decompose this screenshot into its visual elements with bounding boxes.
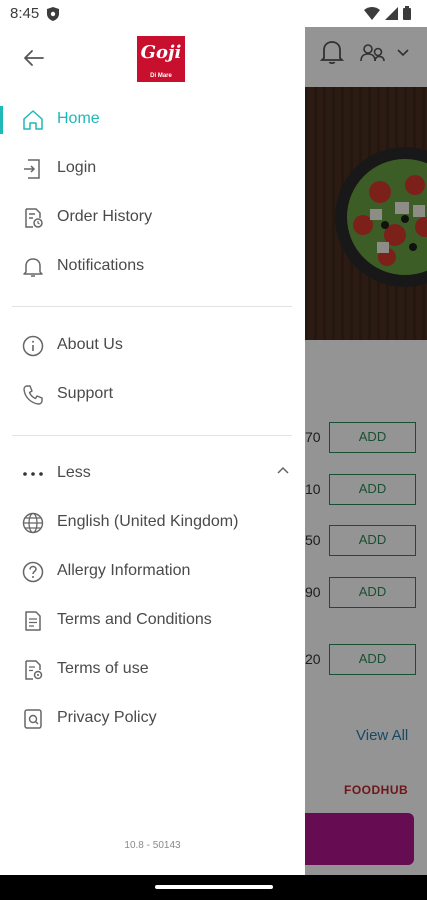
app-version: 10.8 - 50143 bbox=[124, 840, 181, 851]
more-dots-icon bbox=[23, 472, 43, 476]
menu-item-label: Home bbox=[57, 110, 100, 127]
menu-item-home[interactable]: Home bbox=[0, 98, 305, 142]
menu-item-order-history[interactable]: Order History bbox=[0, 196, 305, 240]
brand-logo-text: Goji bbox=[140, 42, 182, 63]
menu-item-label: Login bbox=[57, 159, 97, 176]
brand-logo: Goji Di Mare bbox=[137, 36, 185, 82]
brand-logo-subtext: Di Mare bbox=[150, 73, 172, 79]
status-bar: 8:45 bbox=[0, 0, 427, 27]
menu-item-label: Allergy Information bbox=[57, 562, 191, 579]
menu-item-notifications[interactable]: Notifications bbox=[0, 245, 305, 289]
bell-icon bbox=[23, 258, 43, 277]
info-icon bbox=[22, 335, 44, 357]
less-toggle[interactable]: Less bbox=[0, 452, 305, 496]
document-settings-icon bbox=[25, 660, 43, 680]
navigation-drawer: Goji Di Mare Home Login Order History No… bbox=[0, 27, 305, 875]
menu-item-label: Terms and Conditions bbox=[57, 611, 212, 628]
menu-item-label: Privacy Policy bbox=[57, 709, 157, 726]
shield-icon bbox=[47, 7, 59, 21]
battery-icon bbox=[403, 6, 411, 20]
document-icon bbox=[25, 611, 41, 631]
menu-item-label: Terms of use bbox=[57, 660, 149, 677]
status-indicators bbox=[364, 6, 411, 20]
system-navigation-bar bbox=[0, 875, 427, 900]
menu-item-login[interactable]: Login bbox=[0, 147, 305, 191]
signal-icon bbox=[385, 6, 398, 20]
menu-item-label: About Us bbox=[57, 336, 123, 353]
phone-icon bbox=[23, 385, 43, 405]
menu-item-about-us[interactable]: About Us bbox=[0, 324, 305, 368]
active-indicator bbox=[0, 106, 3, 134]
menu-item-privacy-policy[interactable]: Privacy Policy bbox=[0, 697, 305, 741]
login-icon bbox=[24, 159, 40, 179]
divider bbox=[12, 306, 292, 307]
privacy-icon bbox=[24, 709, 42, 729]
home-gesture-handle[interactable] bbox=[155, 885, 273, 889]
menu-item-allergy-information[interactable]: Allergy Information bbox=[0, 550, 305, 594]
home-icon bbox=[23, 110, 43, 130]
menu-item-support[interactable]: Support bbox=[0, 373, 305, 417]
menu-item-terms-and-conditions[interactable]: Terms and Conditions bbox=[0, 599, 305, 643]
wifi-icon bbox=[364, 6, 380, 20]
question-icon bbox=[22, 561, 44, 583]
divider bbox=[12, 435, 292, 436]
chevron-up-icon bbox=[277, 466, 289, 474]
back-arrow-icon[interactable] bbox=[22, 46, 46, 70]
globe-icon bbox=[22, 512, 44, 534]
menu-item-label: English (United Kingdom) bbox=[57, 513, 239, 530]
menu-item-label: Order History bbox=[57, 208, 153, 225]
menu-item-terms-of-use[interactable]: Terms of use bbox=[0, 648, 305, 692]
menu-item-label: Notifications bbox=[57, 257, 145, 274]
less-toggle-label: Less bbox=[57, 464, 91, 481]
menu-item-language[interactable]: English (United Kingdom) bbox=[0, 501, 305, 545]
order-history-icon bbox=[25, 208, 43, 228]
status-time: 8:45 bbox=[10, 5, 40, 22]
menu-item-label: Support bbox=[57, 385, 114, 402]
